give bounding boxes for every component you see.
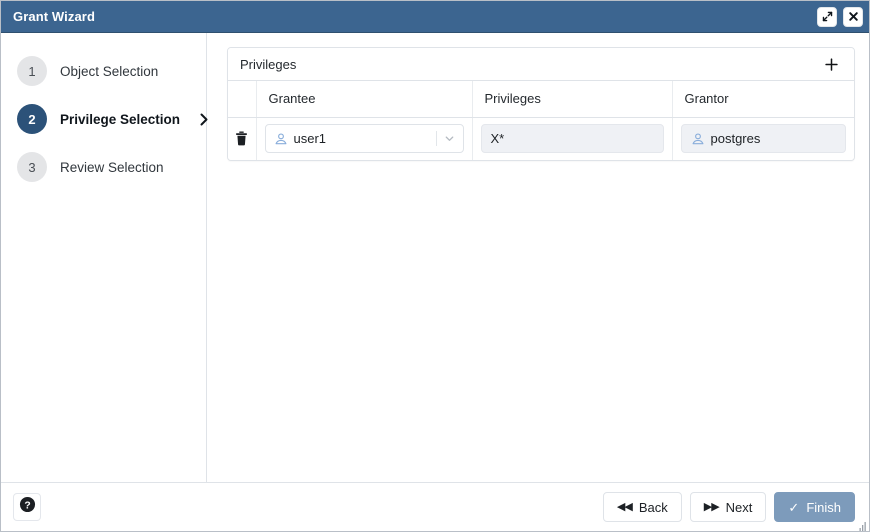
grantee-value-wrap: user1: [274, 131, 436, 146]
step-label: Privilege Selection: [60, 112, 180, 127]
privileges-value: X*: [491, 131, 505, 146]
window-controls: [817, 7, 863, 27]
check-icon: ✓: [788, 501, 799, 514]
sidebar-item-review-selection[interactable]: 3 Review Selection: [1, 143, 206, 191]
table-row: user1 X*: [228, 117, 854, 160]
step-label: Object Selection: [60, 64, 158, 79]
step-label: Review Selection: [60, 160, 164, 175]
user-icon: [274, 132, 288, 146]
grantor-field: postgres: [681, 124, 847, 153]
grantee-cell: user1: [256, 117, 472, 160]
sidebar-item-privilege-selection[interactable]: 2 Privilege Selection: [1, 95, 206, 143]
step-number: 1: [17, 56, 47, 86]
title-bar: Grant Wizard: [1, 1, 869, 33]
grantor-value: postgres: [711, 131, 761, 146]
finish-button[interactable]: ✓ Finish: [774, 492, 855, 522]
double-arrow-right-icon: ▶▶: [704, 502, 719, 513]
help-button[interactable]: ?: [13, 493, 41, 521]
column-header-privileges: Privileges: [472, 81, 672, 117]
step-number: 2: [17, 104, 47, 134]
table-body: user1 X*: [228, 117, 854, 160]
privileges-panel-header: Privileges: [228, 48, 854, 81]
double-arrow-left-icon: ◀◀: [617, 502, 632, 513]
grantee-value: user1: [294, 131, 327, 146]
user-icon: [691, 132, 705, 146]
row-actions-cell: [228, 117, 256, 160]
dialog-footer: ? ◀◀ Back ▶▶ Next ✓ Finish: [1, 482, 869, 531]
privileges-panel: Privileges Grantee Privileges Grantor: [227, 47, 855, 161]
column-header-grantor: Grantor: [672, 81, 854, 117]
privileges-table: Grantee Privileges Grantor: [228, 81, 854, 160]
sidebar-item-object-selection[interactable]: 1 Object Selection: [1, 47, 206, 95]
table-header: Grantee Privileges Grantor: [228, 81, 854, 117]
footer-buttons: ◀◀ Back ▶▶ Next ✓ Finish: [603, 492, 855, 522]
maximize-icon[interactable]: [817, 7, 837, 27]
wizard-steps-sidebar: 1 Object Selection 2 Privilege Selection…: [1, 33, 207, 482]
window-title: Grant Wizard: [13, 9, 817, 24]
column-header-actions: [228, 81, 256, 117]
trash-icon[interactable]: [231, 127, 253, 149]
panel-title: Privileges: [240, 57, 818, 72]
column-header-grantee: Grantee: [256, 81, 472, 117]
close-icon[interactable]: [843, 7, 863, 27]
plus-icon[interactable]: [818, 51, 844, 77]
finish-button-label: Finish: [806, 500, 841, 515]
grantee-select[interactable]: user1: [265, 124, 464, 153]
back-button[interactable]: ◀◀ Back: [603, 492, 682, 522]
back-button-label: Back: [639, 500, 668, 515]
privileges-panel-area: Privileges Grantee Privileges Grantor: [207, 33, 869, 482]
privileges-cell: X*: [472, 117, 672, 160]
privileges-field[interactable]: X*: [481, 124, 664, 153]
chevron-down-icon[interactable]: [437, 133, 463, 144]
question-mark-icon: ?: [19, 496, 36, 518]
next-button[interactable]: ▶▶ Next: [690, 492, 767, 522]
grantor-cell: postgres: [672, 117, 854, 160]
grant-wizard-dialog: Grant Wizard 1 Object Selection: [0, 0, 870, 532]
resize-grip[interactable]: [857, 519, 867, 529]
table-header-row: Grantee Privileges Grantor: [228, 81, 854, 117]
dialog-body: 1 Object Selection 2 Privilege Selection…: [1, 33, 869, 482]
step-number: 3: [17, 152, 47, 182]
svg-text:?: ?: [24, 500, 30, 511]
next-button-label: Next: [726, 500, 753, 515]
